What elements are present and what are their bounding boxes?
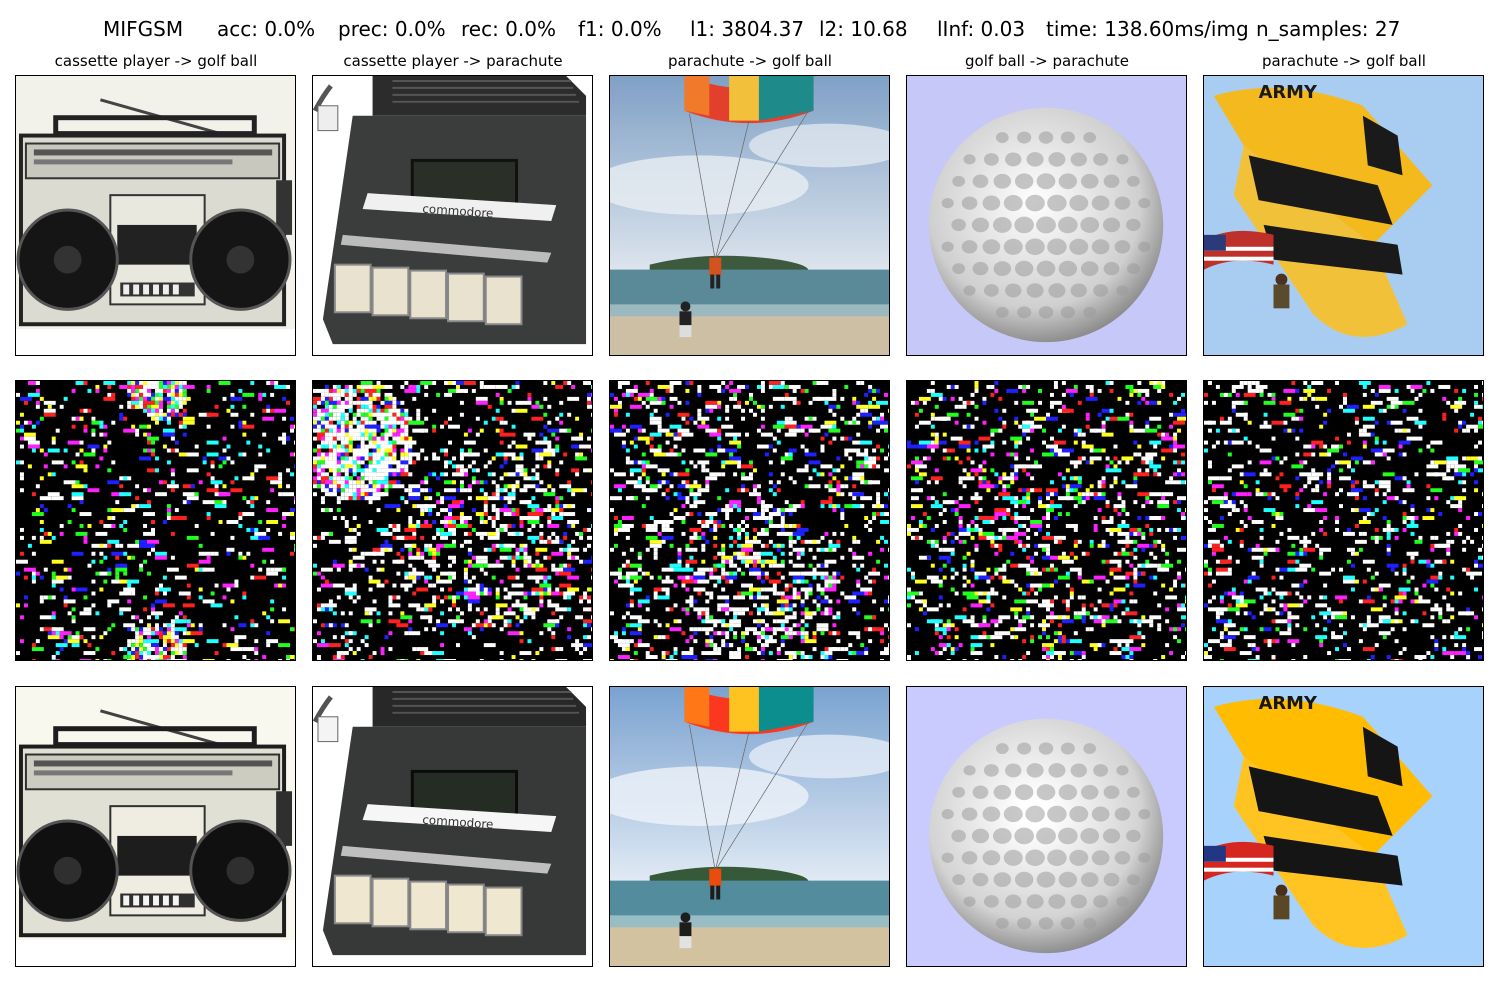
adversarial-image-cassette-recorder: commodore [312,686,593,967]
metric-l2: l2: 10.68 [819,17,908,41]
cassette-recorder-illustration: commodore [313,76,592,355]
adversarial-image-beach-parasail [609,686,890,967]
figure-title: MIFGSM acc: 0.0% prec: 0.0% rec: 0.0% f1… [0,14,1500,44]
original-image-beach-parasail [609,75,890,356]
adversarial-image-golf-ball [906,686,1187,967]
perturbation-noise [313,381,592,660]
army-text: ARMY [1259,82,1318,103]
adversarial-render: ARMY [1204,687,1483,966]
perturbation-map-5 [1203,380,1484,661]
perturbation-noise [610,381,889,660]
metric-linf: lInf: 0.03 [937,17,1026,41]
army-text: ARMY [1259,693,1318,714]
original-image-boombox [15,75,296,356]
metric-f1: f1: 0.0% [578,17,662,41]
perturbation-noise [1204,381,1483,660]
method-name: MIFGSM [103,17,184,41]
metric-l1: l1: 3804.37 [690,17,805,41]
metric-rec: rec: 0.0% [461,17,556,41]
boombox-illustration [16,76,295,355]
metric-time: time: 138.60ms/img [1046,17,1249,41]
perturbation-noise [16,381,295,660]
adversarial-image-boombox [15,686,296,967]
column-title-3: parachute -> golf ball [668,52,832,70]
perturbation-map-1 [15,380,296,661]
adversarial-render: commodore [313,687,592,966]
adversarial-render [610,687,889,966]
column-title-2: cassette player -> parachute [343,52,563,70]
original-image-army-parachute: ARMY [1203,75,1484,356]
original-image-golf-ball [906,75,1187,356]
column-title-4: golf ball -> parachute [965,52,1129,70]
adversarial-render [907,687,1186,966]
perturbation-noise [907,381,1186,660]
metric-acc: acc: 0.0% [217,17,316,41]
adversarial-image-army-parachute: ARMY [1203,686,1484,967]
golf-ball-render [907,76,1186,355]
perturbation-map-2 [312,380,593,661]
army-parachute-photo: ARMY [1204,76,1483,355]
perturbation-map-4 [906,380,1187,661]
column-title-5: parachute -> golf ball [1262,52,1426,70]
beach-parasail-photo [610,76,889,355]
metric-n-samples: n_samples: 27 [1256,17,1401,41]
column-title-1: cassette player -> golf ball [54,52,258,70]
metric-prec: prec: 0.0% [338,17,446,41]
perturbation-map-3 [609,380,890,661]
original-image-cassette-recorder: commodore [312,75,593,356]
adversarial-render [16,687,295,966]
